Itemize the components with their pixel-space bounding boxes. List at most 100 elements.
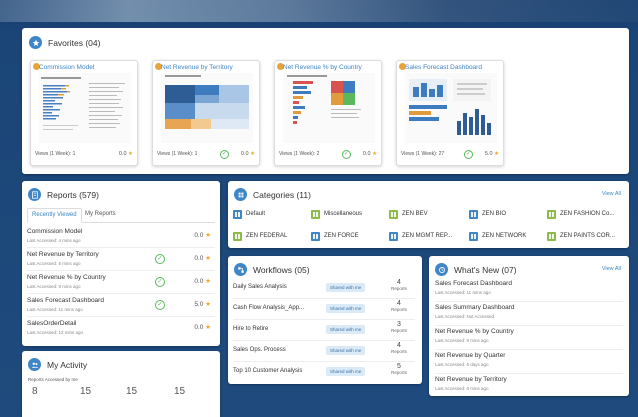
whats-new-row[interactable]: Sales Forecast Dashboard Last Accessed: … bbox=[435, 278, 623, 302]
workflow-row[interactable]: Hire to Retire Shared with me 3 Reports bbox=[233, 319, 415, 341]
whats-new-name[interactable]: Net Revenue by Quarter bbox=[435, 352, 505, 359]
categories-header: Categories (11) bbox=[234, 188, 311, 201]
report-thumbnail[interactable] bbox=[405, 73, 497, 143]
category-item[interactable]: ZEN BIO bbox=[469, 207, 544, 221]
rating[interactable]: 0.0 ★ bbox=[194, 323, 211, 331]
count-label: Reports bbox=[391, 286, 407, 291]
favorite-card[interactable]: Net Revenue by Territory Views (1 Week):… bbox=[152, 60, 260, 166]
report-name[interactable]: Sales Forecast Dashboard bbox=[27, 297, 104, 304]
tab-my-reports[interactable]: My Reports bbox=[81, 208, 120, 223]
whats-new-view-all-link[interactable]: View All bbox=[602, 266, 621, 272]
favorite-card[interactable]: Sales Forecast Dashboard Views (1 Week):… bbox=[396, 60, 504, 166]
category-item[interactable]: ZEN NETWORK bbox=[469, 229, 544, 243]
report-name[interactable]: Net Revenue by Territory bbox=[27, 251, 99, 258]
whats-new-row[interactable]: Net Revenue by Quarter Last Accessed: 6 … bbox=[435, 350, 623, 374]
count-value: 5 bbox=[397, 363, 401, 370]
report-thumbnail[interactable] bbox=[39, 73, 131, 143]
favorite-card[interactable]: Net Revenue % by Country Views (1 Week):… bbox=[274, 60, 382, 166]
rating-value: 0.0 bbox=[362, 151, 371, 157]
category-label: ZEN BIO bbox=[482, 211, 507, 217]
category-item[interactable]: ZEN MGMT REP... bbox=[389, 229, 464, 243]
report-row[interactable]: Commission Model Last Accessed: 4 mins a… bbox=[27, 226, 215, 248]
activity-count: 8 bbox=[32, 386, 38, 397]
workflow-row[interactable]: Daily Sales Analysis Shared with me 4 Rep… bbox=[233, 277, 415, 299]
whats-new-last-accessed: Last Accessed: 6 days ago bbox=[435, 362, 489, 367]
checkmark-icon: ✓ bbox=[155, 300, 165, 310]
report-name[interactable]: SalesOrderDetail bbox=[27, 320, 77, 327]
workflow-icon bbox=[234, 263, 247, 276]
category-icon bbox=[233, 231, 242, 241]
report-last-accessed: Last Accessed: 11 mins ago bbox=[27, 307, 83, 312]
rating[interactable]: 0.0 ★ bbox=[363, 151, 377, 157]
workflow-report-count: 4 Reports bbox=[389, 300, 409, 312]
workflow-row[interactable]: Cash Flow Analysis_App... Shared with me… bbox=[233, 298, 415, 320]
category-label: ZEN PAINTS COR... bbox=[560, 233, 615, 239]
category-label: ZEN MGMT REP... bbox=[402, 233, 453, 239]
report-name[interactable]: Commission Model bbox=[27, 228, 82, 235]
category-label: Miscellaneous bbox=[324, 211, 363, 217]
favorite-card-title[interactable]: Net Revenue by Territory bbox=[161, 64, 233, 71]
rating[interactable]: 0.0 ★ bbox=[194, 277, 211, 285]
favorite-card-title[interactable]: Commission Model bbox=[39, 64, 94, 71]
workflow-name[interactable]: Hire to Retire bbox=[233, 326, 268, 332]
category-item[interactable]: ZEN FASHION Co... bbox=[547, 207, 622, 221]
whats-new-name[interactable]: Net Revenue % by Country bbox=[435, 328, 514, 335]
report-row[interactable]: SalesOrderDetail Last Accessed: 12 mins … bbox=[27, 318, 215, 340]
category-item[interactable]: ZEN FORCE bbox=[311, 229, 386, 243]
whats-new-last-accessed: Last Accessed: 9 mins ago bbox=[435, 338, 489, 343]
favorite-card-title[interactable]: Net Revenue % by Country bbox=[283, 64, 362, 71]
categories-title: Categories (11) bbox=[253, 189, 311, 200]
category-item[interactable]: Default bbox=[233, 207, 308, 221]
workflow-row[interactable]: Top 10 Customer Analysis Shared with me … bbox=[233, 361, 415, 383]
tab-recently-viewed[interactable]: Recently Viewed bbox=[27, 208, 82, 223]
star-icon: ★ bbox=[205, 278, 211, 285]
categories-view-all-link[interactable]: View All bbox=[602, 191, 621, 197]
category-label: ZEN FORCE bbox=[324, 233, 359, 239]
workflow-row[interactable]: Sales Ops. Process Shared with me 4 Repor… bbox=[233, 340, 415, 362]
activity-label: Reports Accessed by me bbox=[28, 377, 78, 382]
whats-new-last-accessed: Last Accessed: 11 mins ago bbox=[435, 290, 491, 295]
reports-tabs: Recently Viewed My Reports bbox=[27, 208, 215, 223]
star-icon: ★ bbox=[205, 232, 211, 239]
workflow-name[interactable]: Sales Ops. Process bbox=[233, 347, 286, 353]
category-label: ZEN NETWORK bbox=[482, 233, 527, 239]
rating[interactable]: 5.0 ★ bbox=[485, 151, 499, 157]
rating[interactable]: 0.0 ★ bbox=[194, 254, 211, 262]
whats-new-name[interactable]: Sales Summary Dashboard bbox=[435, 304, 514, 311]
views-count: Views (1 Week): 1 bbox=[35, 151, 76, 157]
category-item[interactable]: Miscellaneous bbox=[311, 207, 386, 221]
shared-badge: Shared with me bbox=[326, 304, 366, 313]
workflow-name[interactable]: Cash Flow Analysis_App... bbox=[233, 305, 304, 311]
category-item[interactable]: ZEN PAINTS COR... bbox=[547, 229, 622, 243]
workflow-name[interactable]: Top 10 Customer Analysis bbox=[233, 368, 302, 374]
report-thumbnail[interactable] bbox=[161, 73, 253, 143]
category-item[interactable]: ZEN FEDERAL bbox=[233, 229, 308, 243]
favorite-card[interactable]: Commission Model Views (1 Week): 1 0.0 ★ bbox=[30, 60, 138, 166]
whats-new-row[interactable]: Sales Summary Dashboard Last Accessed: N… bbox=[435, 302, 623, 326]
report-name[interactable]: Net Revenue % by Country bbox=[27, 274, 106, 281]
whats-new-name[interactable]: Sales Forecast Dashboard bbox=[435, 280, 512, 287]
workflow-name[interactable]: Daily Sales Analysis bbox=[233, 284, 287, 290]
rating-value: 0.0 bbox=[118, 151, 127, 157]
rating[interactable]: 5.0 ★ bbox=[194, 300, 211, 308]
report-row[interactable]: Net Revenue by Territory Last Accessed: … bbox=[27, 249, 215, 271]
whats-new-row[interactable]: Net Revenue % by Country Last Accessed: … bbox=[435, 326, 623, 350]
favorite-card-title[interactable]: Sales Forecast Dashboard bbox=[405, 64, 482, 71]
report-row[interactable]: Sales Forecast Dashboard Last Accessed: … bbox=[27, 295, 215, 317]
rating[interactable]: 0.0 ★ bbox=[119, 151, 133, 157]
category-item[interactable]: ZEN BEV bbox=[389, 207, 464, 221]
whats-new-row[interactable]: Net Revenue by Territory Last Accessed: … bbox=[435, 374, 623, 398]
rating-value: 0.0 bbox=[194, 255, 204, 262]
checkmark-icon: ✓ bbox=[341, 149, 351, 159]
activity-panel: My Activity Reports Accessed by me 8 15 … bbox=[22, 351, 220, 417]
report-thumbnail[interactable] bbox=[283, 73, 375, 143]
workflow-report-count: 3 Reports bbox=[389, 321, 409, 333]
whats-new-name[interactable]: Net Revenue by Territory bbox=[435, 376, 507, 383]
checkmark-icon: ✓ bbox=[219, 149, 229, 159]
report-row[interactable]: Net Revenue % by Country Last Accessed: … bbox=[27, 272, 215, 294]
workflows-header: Workflows (05) bbox=[234, 263, 310, 276]
activity-count: 15 bbox=[126, 386, 138, 397]
rating[interactable]: 0.0 ★ bbox=[194, 231, 211, 239]
rating[interactable]: 0.0 ★ bbox=[241, 151, 255, 157]
star-icon: ★ bbox=[205, 324, 211, 331]
